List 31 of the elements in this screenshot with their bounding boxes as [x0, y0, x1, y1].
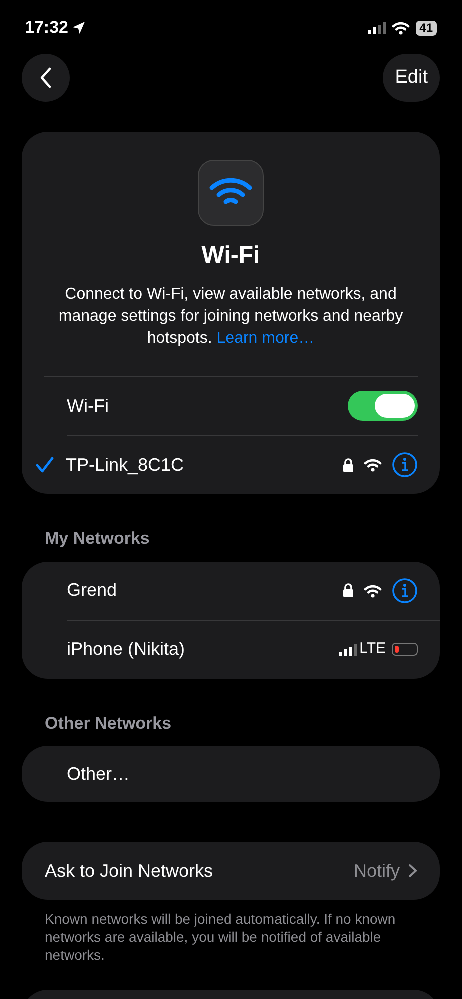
battery-level: 41 [416, 20, 437, 36]
cellular-signal-icon [368, 22, 386, 34]
section-header: Other Networks [44, 712, 173, 734]
ask-to-join-row[interactable]: Ask to Join Networks Notify [22, 842, 440, 900]
wifi-signal-icon [364, 584, 382, 598]
learn-more-link[interactable]: Learn more… [216, 330, 315, 347]
wifi-signal-icon [364, 458, 382, 472]
network-name[interactable]: Grend [67, 577, 333, 604]
wifi-toggle[interactable] [348, 391, 418, 421]
header-title: Wi-Fi [202, 241, 260, 271]
status-time: 17:32 [25, 17, 68, 40]
ask-to-join-label: Ask to Join Networks [45, 860, 214, 882]
other-network-option[interactable]: Other… [67, 760, 130, 788]
edit-button[interactable]: Edit [383, 54, 440, 102]
cellular-signal-icon [338, 644, 357, 656]
network-name[interactable]: TP-Link_8C1C [66, 452, 333, 478]
ask-to-join-value: Notify [354, 860, 400, 883]
wifi-signal-icon [392, 21, 410, 35]
section-header: My Networks [44, 528, 151, 550]
chevron-left-icon [39, 67, 53, 89]
network-name[interactable]: iPhone (Nikita) [67, 636, 329, 663]
network-type: LTE [360, 639, 386, 660]
back-button[interactable] [22, 54, 70, 102]
chevron-right-icon [408, 864, 418, 878]
info-button[interactable] [392, 578, 418, 604]
footnote: Known networks will be joined automatically. If no known networks are available, you will be notified of available networks. [44, 910, 397, 964]
location-arrow-icon [72, 21, 86, 35]
info-button[interactable] [392, 452, 418, 478]
wifi-label: Wi-Fi [67, 394, 110, 418]
wifi-app-icon [198, 160, 264, 226]
header-description: Connect to Wi-Fi, view available networks, and manage settings for joining networks and nearby hotspots. Learn more… [58, 285, 404, 349]
